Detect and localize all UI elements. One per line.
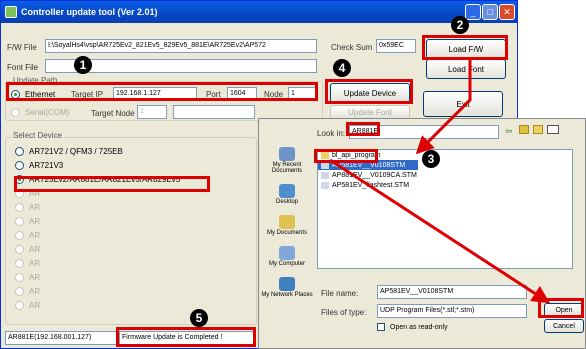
- back-icon[interactable]: ⇦: [505, 126, 513, 137]
- device-item[interactable]: AR: [15, 214, 245, 228]
- network-places-icon: [278, 277, 295, 291]
- update-font-button[interactable]: Update Font: [330, 105, 410, 119]
- my-network-places-item[interactable]: My Network Places: [261, 277, 313, 298]
- title-bar: Controller update tool (Ver 2.01): [1, 1, 517, 23]
- my-documents-item[interactable]: My Documents: [267, 215, 307, 236]
- load-font-button[interactable]: Load Font: [426, 59, 506, 79]
- fw-file-field[interactable]: I:\SoyalHs4\vsp\AR725Ev2_821Ev5_829Ev5_8…: [45, 39, 317, 53]
- places-bar: My Recent Documents Desktop My Documents…: [261, 147, 313, 347]
- step-marker: 3: [422, 150, 440, 168]
- device-item[interactable]: AR: [15, 256, 245, 270]
- font-file-label: Font File: [7, 63, 39, 72]
- file-name-field[interactable]: AP581EV__V0108STM: [377, 285, 527, 299]
- look-in-label: Look in:: [317, 129, 346, 138]
- highlight-load-fw: [422, 35, 508, 60]
- device-label: AR: [29, 272, 41, 282]
- device-radio[interactable]: [15, 244, 24, 254]
- file-list-item[interactable]: AP881EV__V0109CA.STM: [318, 170, 572, 180]
- step-marker: 4: [333, 59, 351, 77]
- minimize-button[interactable]: _: [465, 4, 481, 20]
- up-folder-icon[interactable]: [519, 125, 529, 134]
- exit-button[interactable]: Exit: [423, 91, 503, 117]
- device-item[interactable]: AR: [15, 270, 245, 284]
- files-of-type-label: Files of type:: [321, 308, 367, 317]
- device-radio[interactable]: [15, 300, 24, 310]
- highlight-device-selection: [14, 176, 210, 192]
- device-item[interactable]: AR: [15, 242, 245, 256]
- device-label: AR: [29, 286, 41, 296]
- highlight-selected-file: [314, 149, 378, 163]
- recent-documents-item[interactable]: My Recent Documents: [261, 147, 313, 174]
- device-radio[interactable]: [15, 146, 24, 156]
- file-list-item[interactable]: AP581EV_flashtest.STM: [318, 180, 572, 190]
- device-list: AR721V2 / QFM3 / 725EB AR721V3 AR725Ev2/…: [15, 144, 245, 312]
- highlight-open-button: [538, 298, 584, 318]
- file-icon: [321, 181, 329, 189]
- device-radio[interactable]: [15, 272, 24, 282]
- file-icon: [321, 171, 329, 179]
- close-button[interactable]: ✕: [499, 4, 515, 20]
- device-radio[interactable]: [15, 216, 24, 226]
- step-marker: 2: [451, 16, 469, 34]
- device-item[interactable]: AR: [15, 200, 245, 214]
- new-folder-icon[interactable]: [533, 125, 543, 134]
- status-device: AR881E(192.168.001.127): [5, 331, 117, 345]
- serial-label: Serial(COM): [25, 107, 70, 117]
- desktop-icon: [278, 184, 295, 198]
- views-icon[interactable]: [547, 125, 559, 134]
- my-documents-icon: [278, 215, 295, 229]
- device-radio[interactable]: [15, 286, 24, 296]
- device-item[interactable]: AR: [15, 228, 245, 242]
- select-device-title: Select Device: [11, 131, 64, 140]
- read-only-checkbox[interactable]: [377, 323, 385, 331]
- step-marker: 5: [190, 309, 208, 327]
- file-list: bl_api_program AP581EV__V0108STM AP881EV…: [317, 149, 573, 269]
- checksum-field: 0x59EC: [376, 39, 416, 53]
- serial-radio[interactable]: [11, 107, 20, 117]
- highlight-update-path: [6, 82, 318, 101]
- app-icon: [5, 6, 17, 18]
- files-of-type-select[interactable]: UDP Program Files(*.stl;*.stm): [377, 304, 527, 318]
- desktop-item[interactable]: Desktop: [276, 184, 298, 205]
- highlight-look-in: [346, 122, 380, 136]
- device-label: AR: [29, 258, 41, 268]
- highlight-status-message: [116, 327, 256, 347]
- cancel-button[interactable]: Cancel: [544, 319, 584, 333]
- read-only-label: Open as read-only: [390, 323, 448, 331]
- device-radio[interactable]: [15, 230, 24, 240]
- my-computer-icon: [278, 246, 295, 260]
- recent-documents-icon: [279, 147, 295, 161]
- device-radio[interactable]: [15, 258, 24, 268]
- checksum-label: Check Sum: [331, 43, 373, 52]
- device-label: AR: [29, 244, 41, 254]
- target-node-select[interactable]: [173, 105, 255, 119]
- device-item[interactable]: AR721V3: [15, 158, 245, 172]
- device-item[interactable]: AR: [15, 298, 245, 312]
- device-label: AR: [29, 300, 41, 310]
- device-item[interactable]: AR: [15, 284, 245, 298]
- device-radio[interactable]: [15, 202, 24, 212]
- serial-option[interactable]: Serial(COM): [11, 105, 69, 119]
- open-file-dialog: Look in: AR881E ⇦ My Recent Documents De…: [258, 118, 586, 349]
- device-label: AR: [29, 216, 41, 226]
- device-label: AR: [29, 230, 41, 240]
- maximize-button[interactable]: □: [482, 4, 498, 20]
- device-label: AR721V3: [29, 160, 64, 170]
- highlight-update-device: [325, 79, 413, 104]
- device-radio[interactable]: [15, 160, 24, 170]
- device-label: AR: [29, 202, 41, 212]
- window-title: Controller update tool (Ver 2.01): [21, 7, 158, 17]
- target-node-field[interactable]: 1: [137, 105, 167, 119]
- step-marker: 1: [74, 56, 92, 74]
- device-item[interactable]: AR721V2 / QFM3 / 725EB: [15, 144, 245, 158]
- fw-file-label: F/W File: [7, 43, 37, 52]
- my-computer-item[interactable]: My Computer: [269, 246, 305, 267]
- read-only-option[interactable]: Open as read-only: [377, 320, 448, 334]
- file-name-label: File name:: [321, 289, 359, 298]
- target-node-label: Target Node: [91, 109, 135, 118]
- device-label: AR721V2 / QFM3 / 725EB: [29, 146, 123, 156]
